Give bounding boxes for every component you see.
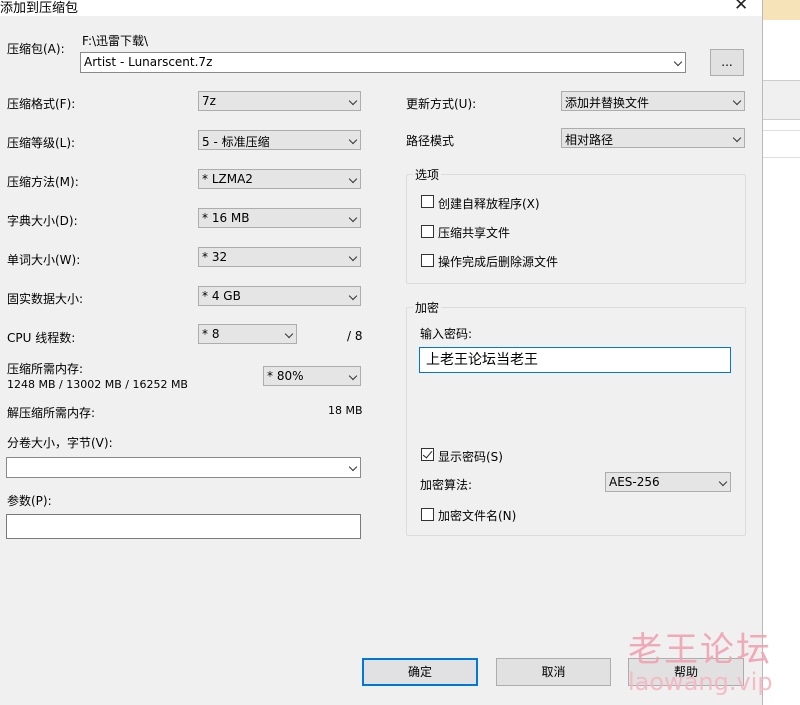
chevron-down-icon [348,213,358,223]
chevron-down-icon [348,291,358,301]
dict-label: 字典大小(D): [7,214,78,228]
browse-button[interactable]: ... [710,49,744,76]
archive-label: 压缩包(A): [7,42,65,56]
sfx-label: 创建自释放程序(X) [438,197,540,211]
method-label: 压缩方法(M): [7,175,79,189]
chevron-down-icon [348,462,358,472]
cancel-button[interactable]: 取消 [496,658,611,686]
path-mode-label: 路径模式 [406,134,455,148]
cpu-combo[interactable]: * 8 [198,324,297,344]
encrypt-names-checkbox[interactable] [421,508,434,521]
update-value: 添加并替换文件 [565,96,650,110]
watermark-text: 老王论坛 [628,630,772,670]
level-value: 5 - 标准压缩 [202,135,270,149]
split-label: 分卷大小，字节(V): [7,436,113,450]
chevron-down-icon [348,371,358,381]
sfx-checkbox[interactable] [421,195,434,208]
mem-comp-detail: 1248 MB / 13002 MB / 16252 MB [7,378,188,391]
password-value: 上老王论坛当老王 [426,352,538,368]
close-icon[interactable]: ✕ [734,0,748,15]
background-field [763,130,800,158]
word-label: 单词大小(W): [7,253,81,267]
method-combo[interactable]: * LZMA2 [198,169,361,189]
password-label: 输入密码: [420,327,473,341]
password-input[interactable]: 上老王论坛当老王 [419,347,731,373]
params-label: 参数(P): [7,494,52,508]
algo-label: 加密算法: [420,478,473,492]
ok-button[interactable]: 确定 [362,658,478,686]
algo-combo[interactable]: AES-256 [605,472,731,492]
chevron-down-icon [348,135,358,145]
mem-comp-label: 压缩所需内存: [7,362,84,376]
level-label: 压缩等级(L): [7,136,76,150]
dict-combo[interactable]: * 16 MB [198,208,361,228]
title-bar: 添加到压缩包 ✕ [0,0,762,16]
archive-name-combo[interactable]: Artist - Lunarscent.7z [80,52,686,73]
method-value: * LZMA2 [202,172,253,186]
path-mode-combo[interactable]: 相对路径 [561,128,745,148]
mem-decomp-value: 18 MB [328,404,363,417]
options-group-title: 选项 [413,166,442,183]
checkmark-icon [422,448,433,459]
update-combo[interactable]: 添加并替换文件 [561,91,745,111]
mem-decomp-label: 解压缩所需内存: [7,406,96,420]
update-label: 更新方式(U): [406,97,477,111]
chevron-down-icon [673,57,683,67]
show-password-label: 显示密码(S) [438,450,503,464]
window-title: 添加到压缩包 [0,1,79,16]
algo-value: AES-256 [609,475,660,489]
encryption-group-title: 加密 [413,299,442,316]
add-to-archive-dialog: 添加到压缩包 ✕ 压缩包(A): F:\迅雷下载\ Artist - Lunar… [0,0,763,705]
format-value: 7z [202,94,216,108]
archive-name-value: Artist - Lunarscent.7z [84,55,213,69]
cpu-total: / 8 [347,329,363,343]
cpu-value: * 8 [202,327,220,341]
archive-path: F:\迅雷下载\ [82,34,149,48]
delete-source-checkbox[interactable] [421,254,434,267]
solid-value: * 4 GB [202,289,241,303]
word-value: * 32 [202,250,228,264]
params-input[interactable] [6,514,361,539]
shared-checkbox[interactable] [421,225,434,238]
split-combo[interactable] [6,457,361,478]
chevron-down-icon [348,174,358,184]
solid-combo[interactable]: * 4 GB [198,286,361,306]
background-toolbar [763,80,800,120]
chevron-down-icon [348,252,358,262]
shared-label: 压缩共享文件 [438,226,511,240]
chevron-down-icon [732,133,742,143]
level-combo[interactable]: 5 - 标准压缩 [198,130,361,150]
chevron-down-icon [348,96,358,106]
show-password-checkbox[interactable] [421,448,434,461]
dict-value: * 16 MB [202,211,250,225]
solid-label: 固实数据大小: [7,292,84,306]
cpu-label: CPU 线程数: [7,331,76,345]
encrypt-names-label: 加密文件名(N) [438,509,517,523]
mem-comp-combo[interactable]: * 80% [263,366,361,386]
path-mode-value: 相对路径 [565,133,614,147]
format-label: 压缩格式(F): [7,97,76,111]
delete-source-label: 操作完成后删除源文件 [438,255,559,269]
chevron-down-icon [718,477,728,487]
word-combo[interactable]: * 32 [198,247,361,267]
background-thumbnail [763,0,800,20]
chevron-down-icon [284,329,294,339]
watermark-url: laowang.vip [628,668,773,696]
mem-comp-value: * 80% [267,369,304,383]
chevron-down-icon [732,96,742,106]
format-combo[interactable]: 7z [198,91,361,111]
